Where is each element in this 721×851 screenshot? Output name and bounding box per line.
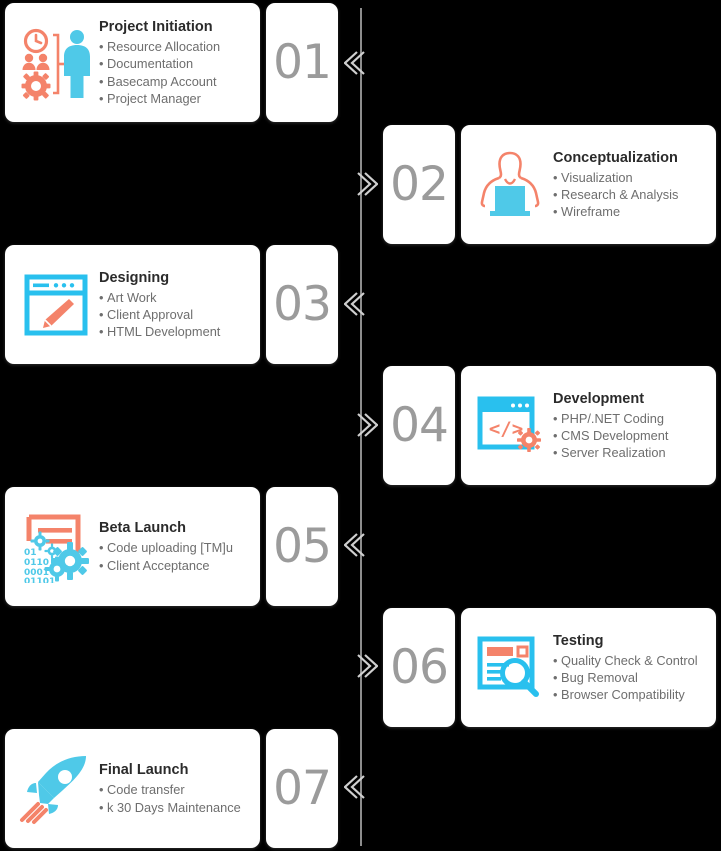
bullet-item: Basecamp Account	[99, 73, 254, 90]
bullet-item: PHP/.NET Coding	[553, 410, 708, 427]
testing-icon	[467, 625, 553, 711]
step-text-03: Designing Art Work Client Approval HTML …	[99, 269, 254, 341]
step-card-02[interactable]: Conceptualization Visualization Research…	[461, 125, 716, 244]
step-number: 04	[390, 398, 449, 453]
svg-text:01101: 01101	[24, 577, 55, 583]
step-number-card-04[interactable]: 04	[383, 366, 455, 485]
bullet-item: Code uploading [TM]u	[99, 539, 254, 556]
bullet-item: Client Approval	[99, 306, 254, 323]
step-bullets: Art Work Client Approval HTML Developmen…	[99, 289, 254, 341]
bullet-item: Client Acceptance	[99, 557, 254, 574]
bullet-item: Research & Analysis	[553, 186, 708, 203]
bullet-item: CMS Development	[553, 427, 708, 444]
bullet-item: HTML Development	[99, 323, 254, 340]
step-row-02: 02 Conceptualization Visualization Re	[383, 125, 716, 244]
bullet-item: Server Realization	[553, 444, 708, 461]
bullet-item: Browser Compatibility	[553, 686, 708, 703]
chevron-double-left-icon	[344, 290, 370, 318]
step-text-05: Beta Launch Code uploading [TM]u Client …	[99, 519, 254, 574]
bullet-item: Quality Check & Control	[553, 652, 708, 669]
chevron-double-left-icon	[344, 773, 370, 801]
step-number-card-02[interactable]: 02	[383, 125, 455, 244]
step-row-06: 06 Testing Quality Check & Control	[383, 608, 716, 727]
bullet-item: Wireframe	[553, 203, 708, 220]
step-title: Conceptualization	[553, 149, 678, 166]
step-bullets: PHP/.NET Coding CMS Development Server R…	[553, 410, 708, 462]
step-text-01: Project Initiation Resource Allocation D…	[99, 18, 254, 107]
chevron-double-left-icon	[344, 531, 370, 559]
step-text-02: Conceptualization Visualization Research…	[553, 149, 708, 221]
step-row-03: Designing Art Work Client Approval HTML …	[5, 245, 338, 364]
chevron-double-right-icon	[352, 170, 378, 198]
step-number: 03	[273, 277, 332, 332]
step-card-03[interactable]: Designing Art Work Client Approval HTML …	[5, 245, 260, 364]
svg-text:01: 01	[24, 548, 37, 558]
bullet-item: k 30 Days Maintenance	[99, 799, 254, 816]
step-row-04: 04 </> Development PHP/.NET Coding CMS D…	[383, 366, 716, 485]
step-number: 01	[273, 35, 332, 90]
step-text-07: Final Launch Code transfer k 30 Days Mai…	[99, 761, 254, 816]
step-number: 05	[273, 519, 332, 574]
step-card-01[interactable]: Project Initiation Resource Allocation D…	[5, 3, 260, 122]
bullet-item: Bug Removal	[553, 669, 708, 686]
development-icon: </>	[467, 383, 553, 469]
chevron-double-right-icon	[352, 411, 378, 439]
step-number-card-01[interactable]: 01	[266, 3, 338, 122]
step-title: Project Initiation	[99, 18, 213, 35]
step-bullets: Code transfer k 30 Days Maintenance	[99, 781, 254, 816]
chevron-double-right-icon	[352, 652, 378, 680]
step-title: Beta Launch	[99, 520, 187, 537]
bullet-item: Documentation	[99, 55, 254, 72]
step-row-01: Project Initiation Resource Allocation D…	[5, 3, 338, 122]
step-row-07: Final Launch Code transfer k 30 Days Mai…	[5, 729, 338, 848]
step-bullets: Resource Allocation Documentation Baseca…	[99, 38, 254, 107]
bullet-item: Art Work	[99, 289, 254, 306]
beta-launch-icon: 01 0110 0001 01101	[13, 504, 99, 590]
step-number: 02	[390, 157, 449, 212]
bullet-item: Visualization	[553, 169, 708, 186]
bullet-item: Resource Allocation	[99, 38, 254, 55]
infographic-timeline: Project Initiation Resource Allocation D…	[0, 0, 721, 851]
final-launch-icon	[13, 746, 99, 832]
step-title: Testing	[553, 632, 604, 649]
bullet-item: Project Manager	[99, 90, 254, 107]
step-number-card-03[interactable]: 03	[266, 245, 338, 364]
step-number-card-07[interactable]: 07	[266, 729, 338, 848]
step-bullets: Visualization Research & Analysis Wirefr…	[553, 169, 708, 221]
conceptualization-icon	[467, 142, 553, 228]
step-text-06: Testing Quality Check & Control Bug Remo…	[553, 632, 708, 704]
step-card-04[interactable]: </> Development PHP/.NET Coding CMS Deve…	[461, 366, 716, 485]
step-number-card-05[interactable]: 05	[266, 487, 338, 606]
bullet-item: Code transfer	[99, 781, 254, 798]
step-bullets: Quality Check & Control Bug Removal Brow…	[553, 652, 708, 704]
step-number: 06	[390, 640, 449, 695]
step-title: Designing	[99, 269, 170, 286]
step-card-06[interactable]: Testing Quality Check & Control Bug Remo…	[461, 608, 716, 727]
project-initiation-icon	[13, 20, 99, 106]
step-card-05[interactable]: 010110000101101 Beta Launch Code uploadi…	[5, 487, 260, 606]
step-title: Final Launch	[99, 762, 189, 779]
step-text-04: Development PHP/.NET Coding CMS Developm…	[553, 390, 708, 462]
step-number: 07	[273, 761, 332, 816]
step-number-card-06[interactable]: 06	[383, 608, 455, 727]
designing-icon	[13, 262, 99, 348]
step-row-05: 010110000101101 Beta Launch Code uploadi…	[5, 487, 338, 606]
step-bullets: Code uploading [TM]u Client Acceptance	[99, 539, 254, 574]
chevron-double-left-icon	[344, 49, 370, 77]
svg-text:</>: </>	[489, 418, 523, 440]
step-title: Development	[553, 390, 645, 407]
svg-text:0110: 0110	[24, 558, 49, 568]
step-card-07[interactable]: Final Launch Code transfer k 30 Days Mai…	[5, 729, 260, 848]
